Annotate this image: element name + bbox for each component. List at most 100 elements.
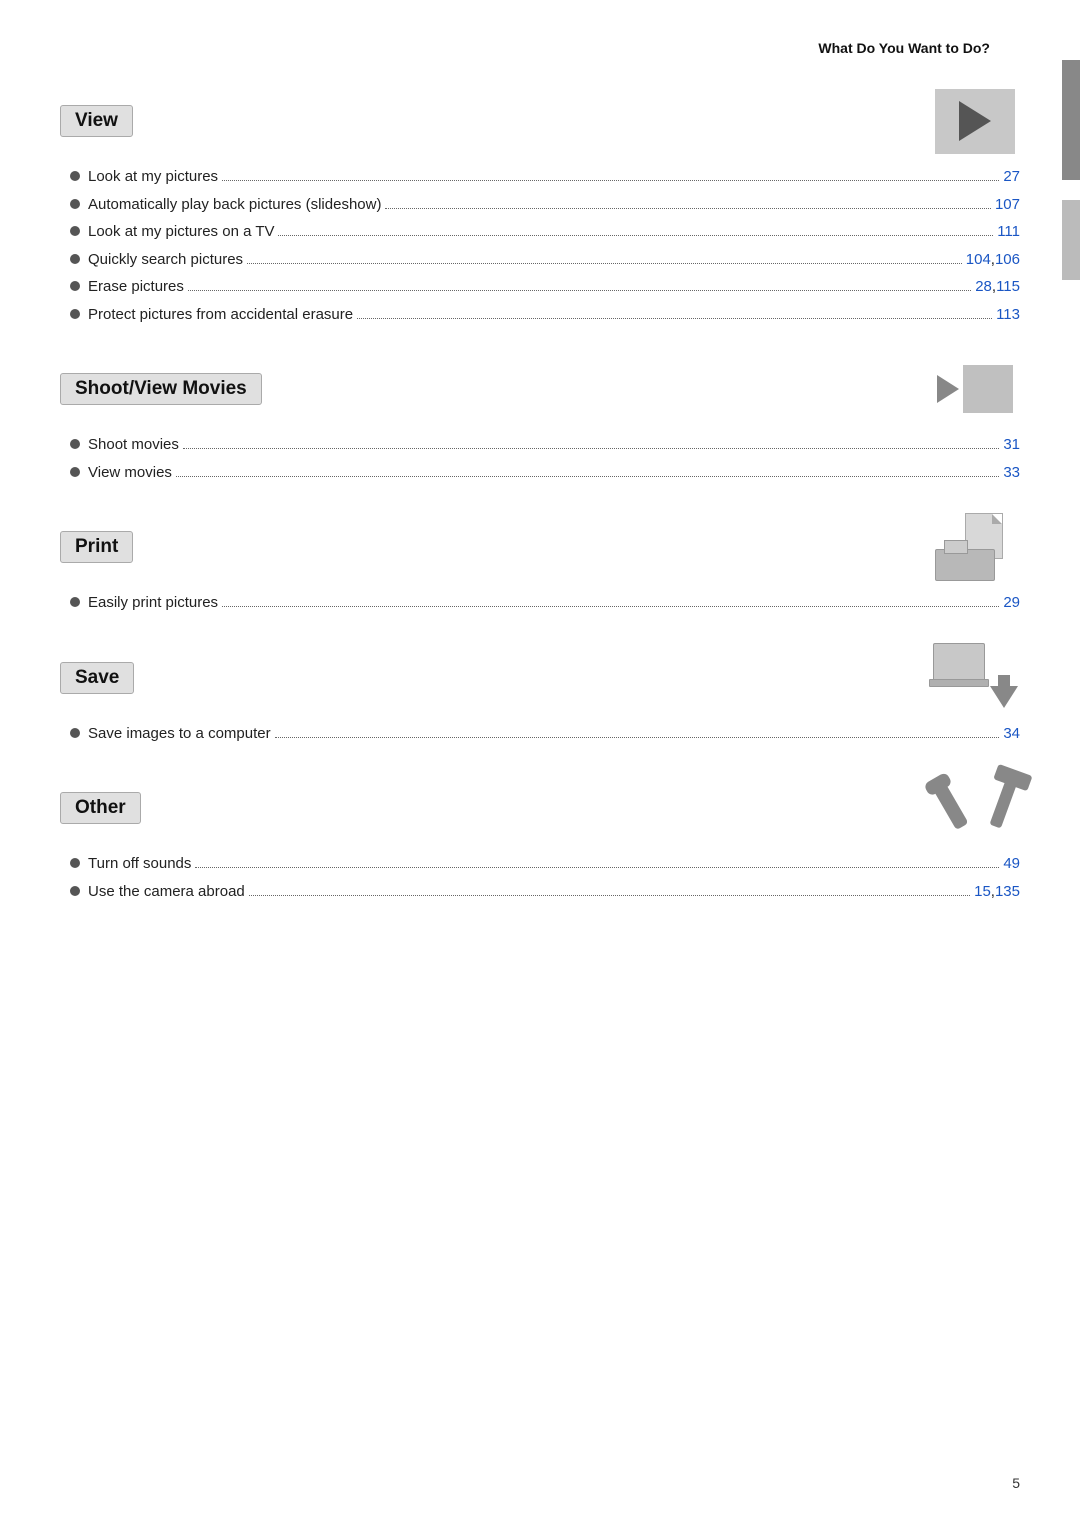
play-icon-bg [935,89,1015,154]
side-tab-lower [1062,200,1080,280]
movie-triangle-icon [937,375,959,403]
page-num[interactable]: 15 [974,881,991,904]
bullet-icon [70,281,80,291]
save-computer-icon [933,643,985,681]
hammer-icon [989,776,1018,829]
page-num[interactable]: 111 [997,221,1020,244]
save-arrow-icon [990,686,1018,708]
play-triangle-icon [959,101,991,141]
section-print: Print Easily print pictures 29 [60,512,1020,615]
dots [278,235,993,236]
dots [188,290,971,291]
bullet-icon [70,254,80,264]
dots [275,737,1000,738]
save-title: Save [60,662,134,694]
save-icon-wrap [933,643,1018,713]
item-text: Look at my pictures on a TV [88,221,274,244]
movies-items-list: Shoot movies 31 View movies 33 [60,434,1020,484]
item-text: Automatically play back pictures (slides… [88,194,381,217]
section-other: Other Turn off sounds 49 Use the camera … [60,773,1020,903]
section-save: Save Save images to a computer 34 [60,643,1020,746]
list-item: Turn off sounds 49 [70,853,1020,876]
bullet-icon [70,171,80,181]
list-item: Easily print pictures 29 [70,592,1020,615]
other-title: Other [60,792,141,824]
dots [222,180,999,181]
view-items-list: Look at my pictures 27 Automatically pla… [60,166,1020,326]
print-header-row: Print [60,512,1020,582]
other-items-list: Turn off sounds 49 Use the camera abroad… [60,853,1020,903]
bullet-icon [70,858,80,868]
page-header: What Do You Want to Do? [60,40,1020,56]
page-num[interactable]: 115 [996,276,1020,299]
dots [357,318,992,319]
view-icon [930,86,1020,156]
page-container: What Do You Want to Do? View Look at my … [0,0,1080,1521]
movies-header-row: Shoot/View Movies [60,354,1020,424]
page-num[interactable]: 113 [996,304,1020,327]
list-item: Quickly search pictures 104, 106 [70,249,1020,272]
dots [183,448,999,449]
dots [385,208,991,209]
item-text: Shoot movies [88,434,179,457]
bullet-icon [70,309,80,319]
section-shoot-view-movies: Shoot/View Movies Shoot movies 31 View m… [60,354,1020,484]
page-num[interactable]: 49 [1003,853,1020,876]
dots [247,263,962,264]
item-text: Easily print pictures [88,592,218,615]
list-item: Use the camera abroad 15, 135 [70,881,1020,904]
dots [222,606,999,607]
bullet-icon [70,226,80,236]
bullet-icon [70,199,80,209]
list-item: Save images to a computer 34 [70,723,1020,746]
movie-icon-wrap [937,365,1013,413]
other-header-row: Other [60,773,1020,843]
other-icon [930,773,1020,843]
save-icon [930,643,1020,713]
view-header-row: View [60,86,1020,156]
list-item: Look at my pictures 27 [70,166,1020,189]
list-item: Shoot movies 31 [70,434,1020,457]
bullet-icon [70,728,80,738]
page-num[interactable]: 28 [975,276,992,299]
view-title: View [60,105,133,137]
dots [249,895,970,896]
print-icon-wrap [935,513,1015,581]
header-title: What Do You Want to Do? [818,40,990,56]
page-num[interactable]: 107 [995,194,1020,217]
print-title: Print [60,531,133,563]
list-item: Automatically play back pictures (slides… [70,194,1020,217]
page-num[interactable]: 34 [1003,723,1020,746]
list-item: Look at my pictures on a TV 111 [70,221,1020,244]
print-icon [930,512,1020,582]
page-num[interactable]: 106 [995,249,1020,272]
wrench-icon [931,780,968,830]
list-item: View movies 33 [70,462,1020,485]
save-items-list: Save images to a computer 34 [60,723,1020,746]
side-tab-top [1062,60,1080,180]
item-text: View movies [88,462,172,485]
page-num[interactable]: 29 [1003,592,1020,615]
item-text: Quickly search pictures [88,249,243,272]
item-text: Look at my pictures [88,166,218,189]
list-item: Protect pictures from accidental erasure… [70,304,1020,327]
section-view: View Look at my pictures 27 Automaticall… [60,86,1020,326]
page-num[interactable]: 33 [1003,462,1020,485]
page-num[interactable]: 104 [966,249,991,272]
movie-rect-icon [963,365,1013,413]
item-text: Turn off sounds [88,853,191,876]
item-text: Use the camera abroad [88,881,245,904]
item-text: Protect pictures from accidental erasure [88,304,353,327]
page-num[interactable]: 31 [1003,434,1020,457]
bullet-icon [70,467,80,477]
item-text: Save images to a computer [88,723,271,746]
print-items-list: Easily print pictures 29 [60,592,1020,615]
other-icon-wrap [933,772,1018,844]
bullet-icon [70,439,80,449]
page-num[interactable]: 27 [1003,166,1020,189]
page-number: 5 [1012,1475,1020,1491]
movies-title: Shoot/View Movies [60,373,262,405]
list-item: Erase pictures 28, 115 [70,276,1020,299]
print-machine-icon [935,549,995,581]
page-num[interactable]: 135 [995,881,1020,904]
